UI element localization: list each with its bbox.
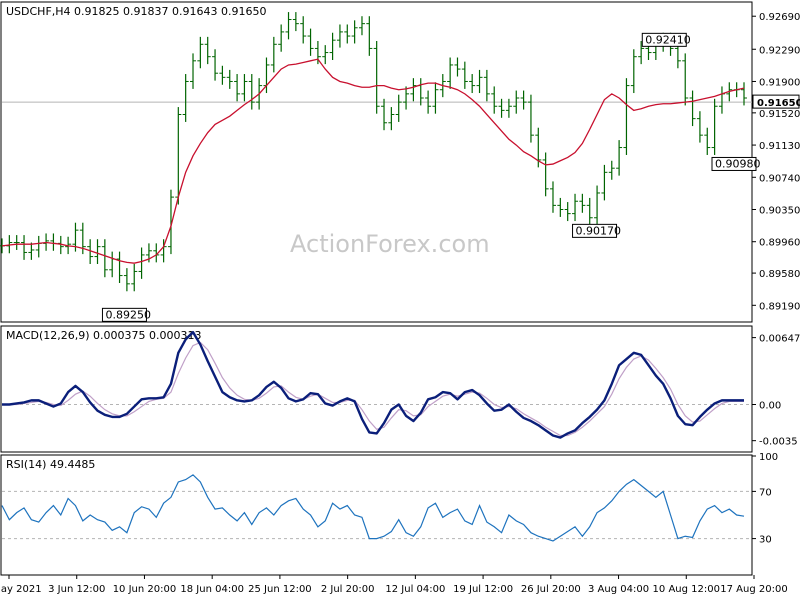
price-tick-label: 0.92290	[759, 45, 800, 56]
price-tick-label: 0.90740	[759, 173, 800, 184]
x-tick-label: 19 Jul 12:00	[453, 584, 513, 595]
x-tick-label: 12 Jul 04:00	[385, 584, 445, 595]
annotation-label: 0.90980	[715, 157, 761, 170]
x-tick-label: 3 Jun 12:00	[48, 584, 105, 595]
x-tick-label: 2 Jul 20:00	[321, 584, 375, 595]
macd-tick-label: 0.00	[759, 401, 781, 412]
price-tick-label: 0.89960	[759, 238, 800, 249]
x-tick-label: 10 Aug 12:00	[653, 584, 720, 595]
rsi-tick-label: 30	[759, 535, 772, 546]
annotation-label: 0.92410	[645, 33, 691, 46]
watermark: ActionForex.com	[290, 230, 490, 258]
price-tick-label: 0.91130	[759, 141, 800, 152]
current-price-label: 0.91650	[757, 98, 800, 109]
price-tick-label: 0.90350	[759, 205, 800, 216]
price-tick-label: 0.92690	[759, 12, 800, 23]
macd-tick-label: 0.006473	[759, 334, 800, 345]
price-tick-label: 0.91900	[759, 77, 800, 88]
chart-canvas: USDCHF,H4 0.91825 0.91837 0.91643 0.9165…	[0, 0, 800, 600]
macd-tick-label: -0.0035	[759, 437, 798, 448]
x-tick-label: 27 May 2021	[0, 584, 42, 595]
x-tick-label: 25 Jun 12:00	[248, 584, 312, 595]
annotation-label: 0.90170	[576, 224, 622, 237]
price-tick-label: 0.91520	[759, 109, 800, 120]
rsi-tick-label: 70	[759, 487, 772, 498]
price-title: USDCHF,H4 0.91825 0.91837 0.91643 0.9165…	[6, 5, 267, 18]
x-tick-label: 3 Aug 04:00	[588, 584, 649, 595]
rsi-tick-label: 100	[759, 452, 778, 463]
price-tick-label: 0.89580	[759, 269, 800, 280]
rsi-title: RSI(14) 49.4485	[6, 458, 95, 471]
x-tick-label: 26 Jul 20:00	[521, 584, 581, 595]
x-tick-label: 10 Jun 20:00	[113, 584, 177, 595]
macd-title: MACD(12,26,9) 0.000375 0.000313	[6, 329, 202, 342]
x-tick-label: 18 Jun 04:00	[180, 584, 244, 595]
annotation-label: 0.89250	[105, 308, 151, 321]
price-tick-label: 0.89190	[759, 301, 800, 312]
x-tick-label: 17 Aug 20:00	[720, 584, 787, 595]
